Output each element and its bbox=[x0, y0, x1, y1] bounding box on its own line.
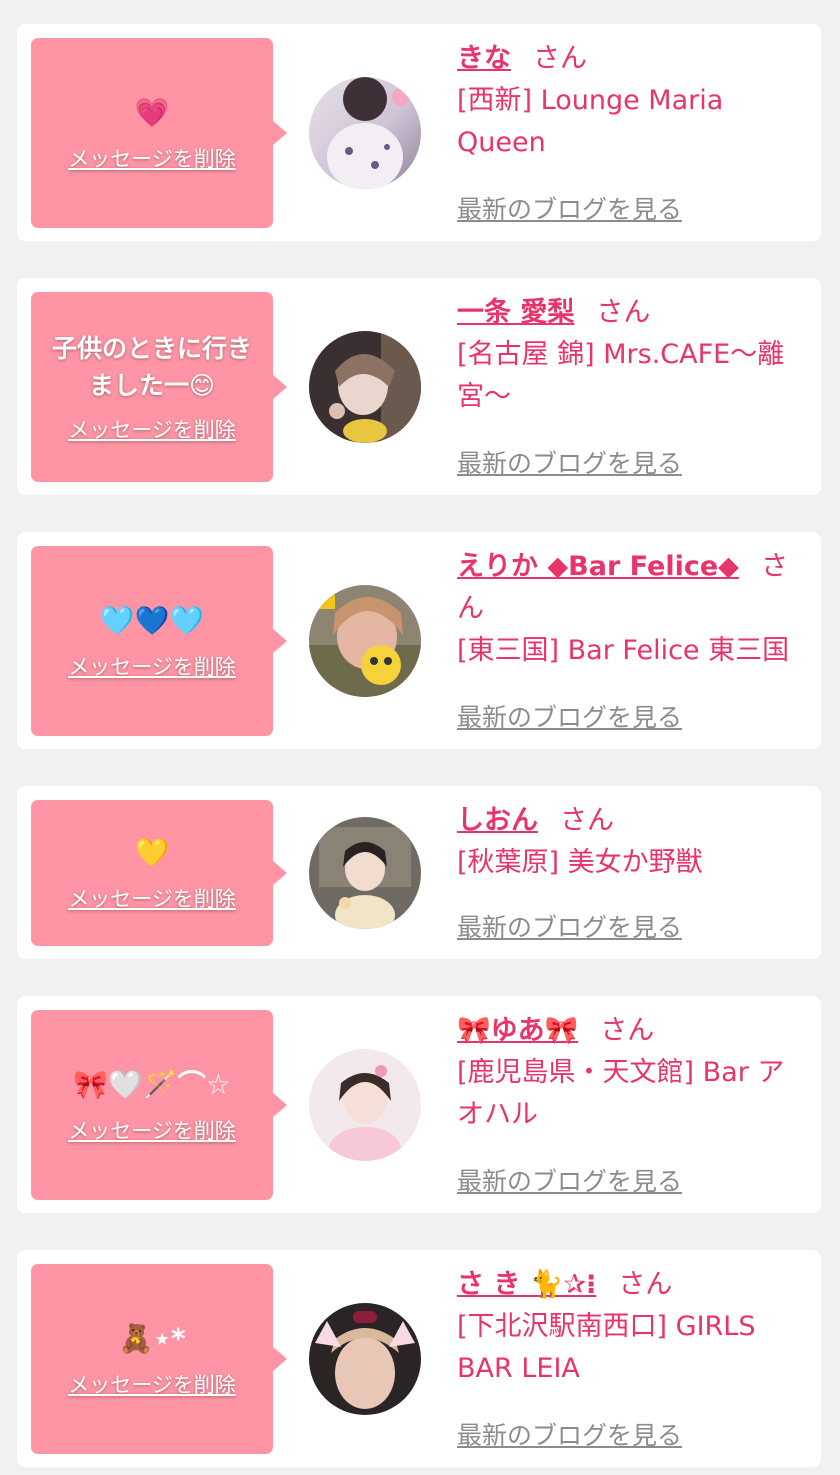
shop-name: [下北沢駅南西口] GIRLS BAR LEIA bbox=[457, 1311, 756, 1384]
cast-name-link[interactable]: 一条 愛梨 bbox=[457, 297, 574, 328]
avatar[interactable] bbox=[309, 331, 421, 443]
avatar[interactable] bbox=[309, 77, 421, 189]
message-card: 🧸⋆* メッセージを削除 さ き 🐈✰⁝ さん [下北沢駅南西口] GIRLS B… bbox=[17, 1250, 821, 1467]
cast-name-link[interactable]: しおん bbox=[457, 805, 538, 836]
shop-name: [西新] Lounge Maria Queen bbox=[457, 85, 724, 158]
shop-name: [名古屋 錦] Mrs.CAFE〜離宮〜 bbox=[457, 339, 785, 412]
avatar[interactable] bbox=[309, 817, 421, 929]
cast-name-link[interactable]: さ き 🐈✰⁝ bbox=[457, 1269, 596, 1300]
cast-info: えりか ◆Bar Felice◆ さん [東三国] Bar Felice 東三国 … bbox=[457, 546, 807, 736]
message-bubble: 🧸⋆* メッセージを削除 bbox=[31, 1264, 287, 1454]
delete-message-link[interactable]: メッセージを削除 bbox=[68, 1369, 236, 1399]
message-bubble: 💛 メッセージを削除 bbox=[31, 800, 287, 946]
message-text: 💛 bbox=[134, 836, 170, 869]
name-suffix: さん bbox=[596, 297, 651, 328]
delete-message-link[interactable]: メッセージを削除 bbox=[68, 414, 236, 444]
latest-blog-link[interactable]: 最新のブログを見る bbox=[457, 910, 682, 946]
cast-name-link[interactable]: えりか ◆Bar Felice◆ bbox=[457, 551, 739, 582]
latest-blog-link[interactable]: 最新のブログを見る bbox=[457, 1418, 682, 1454]
name-suffix: さん bbox=[533, 43, 587, 74]
message-card: 🩵💙🩵 メッセージを削除 えりか ◆Bar Felice◆ さん [東三国] Ba… bbox=[17, 532, 821, 749]
message-text: 🧸⋆* bbox=[118, 1322, 186, 1355]
avatar[interactable] bbox=[309, 585, 421, 697]
message-text: 🩵💙🩵 bbox=[99, 604, 205, 637]
message-text: 🎀🤍🪄⌒☆ bbox=[73, 1068, 231, 1101]
latest-blog-link[interactable]: 最新のブログを見る bbox=[457, 1164, 682, 1200]
message-text: 子供のときに行きました一😊 bbox=[51, 334, 252, 400]
message-bubble: 子供のときに行きました一😊 メッセージを削除 bbox=[31, 292, 287, 482]
latest-blog-link[interactable]: 最新のブログを見る bbox=[457, 446, 682, 482]
message-bubble: 🎀🤍🪄⌒☆ メッセージを削除 bbox=[31, 1010, 287, 1200]
cast-info: 🎀ゆあ🎀 さん [鹿児島県・天文館] Bar アオハル 最新のブログを見る bbox=[457, 1010, 807, 1200]
message-bubble: 🩵💙🩵 メッセージを削除 bbox=[31, 546, 287, 736]
delete-message-link[interactable]: メッセージを削除 bbox=[68, 883, 236, 913]
avatar[interactable] bbox=[309, 1049, 421, 1161]
cast-info: しおん さん [秋葉原] 美女か野獣 最新のブログを見る bbox=[457, 800, 807, 946]
message-card: 💗 メッセージを削除 きな さん [西新] Lounge Maria Queen … bbox=[17, 24, 821, 241]
shop-name: [鹿児島県・天文館] Bar アオハル bbox=[457, 1057, 785, 1130]
delete-message-link[interactable]: メッセージを削除 bbox=[68, 143, 236, 173]
name-suffix: さん bbox=[600, 1015, 655, 1046]
latest-blog-link[interactable]: 最新のブログを見る bbox=[457, 192, 682, 228]
delete-message-link[interactable]: メッセージを削除 bbox=[68, 651, 236, 681]
shop-name: [東三国] Bar Felice 東三国 bbox=[457, 635, 790, 666]
latest-blog-link[interactable]: 最新のブログを見る bbox=[457, 700, 682, 736]
avatar[interactable] bbox=[309, 1303, 421, 1415]
shop-name: [秋葉原] 美女か野獣 bbox=[457, 847, 703, 878]
cast-info: さ き 🐈✰⁝ さん [下北沢駅南西口] GIRLS BAR LEIA 最新のブロ… bbox=[457, 1264, 807, 1454]
message-card: 🎀🤍🪄⌒☆ メッセージを削除 🎀ゆあ🎀 さん [鹿児島県・天文館] Bar アオハ… bbox=[17, 996, 821, 1213]
cast-info: 一条 愛梨 さん [名古屋 錦] Mrs.CAFE〜離宮〜 最新のブログを見る bbox=[457, 292, 807, 482]
cast-info: きな さん [西新] Lounge Maria Queen 最新のブログを見る bbox=[457, 38, 807, 228]
message-card: 子供のときに行きました一😊 メッセージを削除 一条 愛梨 さん [名古屋 錦] M… bbox=[17, 278, 821, 495]
message-bubble: 💗 メッセージを削除 bbox=[31, 38, 287, 228]
cast-name-link[interactable]: 🎀ゆあ🎀 bbox=[457, 1015, 578, 1046]
delete-message-link[interactable]: メッセージを削除 bbox=[68, 1115, 236, 1145]
cast-name-link[interactable]: きな bbox=[457, 43, 511, 74]
message-card: 💛 メッセージを削除 しおん さん [秋葉原] 美女か野獣 最新のブログを見る bbox=[17, 786, 821, 959]
name-suffix: さん bbox=[560, 805, 614, 836]
message-text: 💗 bbox=[134, 96, 170, 129]
name-suffix: さん bbox=[618, 1269, 673, 1300]
